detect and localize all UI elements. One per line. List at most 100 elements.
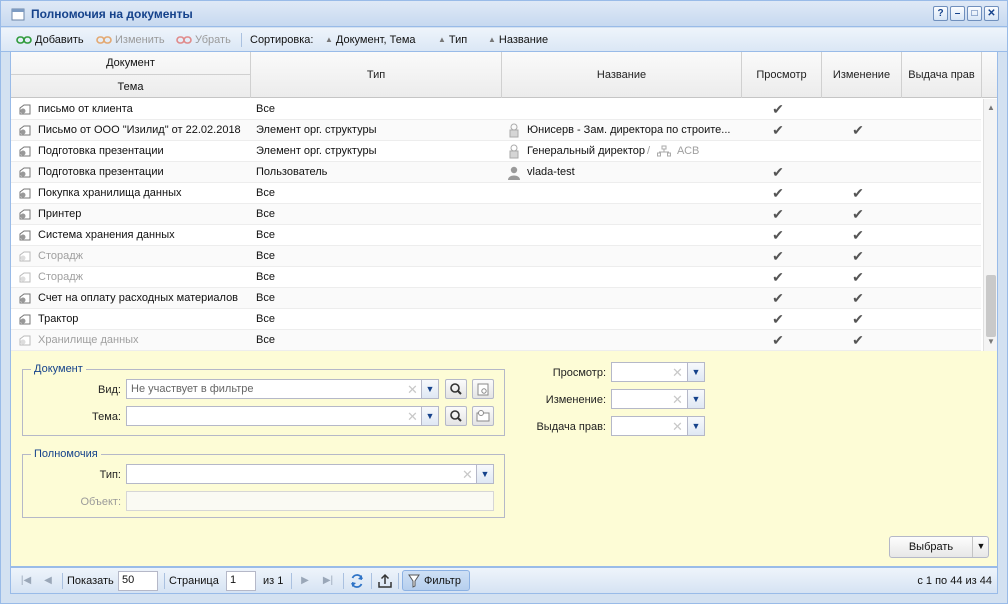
link-remove-icon [176, 36, 192, 44]
table-row[interactable]: Сторадж Все ✔ ✔ [11, 246, 981, 267]
view-check-icon: ✔ [772, 101, 784, 117]
object-label: Объект: [80, 496, 121, 508]
page-number-input[interactable]: 1 [226, 571, 256, 591]
close-button[interactable]: ✕ [984, 6, 999, 21]
table-row[interactable]: Система хранения данных Все ✔ ✔ [11, 225, 981, 246]
type-cell: Все [256, 313, 275, 325]
pager-separator [164, 573, 165, 589]
table-row[interactable]: Письмо от ООО "Изилид" от 22.02.2018 Элем… [11, 120, 981, 141]
edit-button[interactable]: Изменить [96, 33, 165, 47]
title-bar: Полномочия на документы ? – □ ✕ [1, 1, 1007, 27]
show-label: Показать [67, 575, 114, 587]
scrollbar-thumb[interactable] [986, 275, 996, 337]
edit-filter-combo[interactable]: ✕ ▼ [611, 389, 705, 409]
document-icon [19, 146, 31, 157]
sort-document-topic[interactable]: ▲ Документ, Тема [325, 33, 416, 47]
clear-icon[interactable]: ✕ [672, 365, 683, 381]
clear-icon[interactable]: ✕ [462, 467, 473, 483]
page-size-input[interactable]: 50 [118, 571, 158, 591]
clear-icon[interactable]: ✕ [407, 409, 418, 425]
table-row[interactable]: письмо от клиента Все ✔ [11, 99, 981, 120]
table-row[interactable]: Сторадж Все ✔ ✔ [11, 267, 981, 288]
table-row[interactable]: Трактор Все ✔ ✔ [11, 309, 981, 330]
kind-search-button[interactable] [445, 379, 467, 399]
edit-check-icon: ✔ [852, 269, 864, 285]
topic-open-button[interactable] [472, 406, 494, 426]
prev-page-icon[interactable]: ◀ [41, 574, 55, 588]
help-button[interactable]: ? [933, 6, 948, 21]
user-icon [508, 166, 520, 180]
topic-cell: Трактор [38, 313, 79, 325]
grant-filter-combo[interactable]: ✕ ▼ [611, 416, 705, 436]
export-icon[interactable] [377, 573, 393, 589]
remove-button[interactable]: Убрать [176, 33, 231, 47]
type-combo[interactable]: ✕ ▼ [126, 464, 494, 484]
clear-icon[interactable]: ✕ [672, 392, 683, 408]
chevron-down-icon[interactable]: ▼ [421, 380, 438, 398]
sort-name[interactable]: ▲ Название [488, 33, 548, 47]
kind-settings-button[interactable] [472, 379, 494, 399]
topic-label: Тема: [92, 411, 121, 423]
column-header-edit[interactable]: Изменение [822, 52, 902, 98]
document-icon [19, 209, 31, 220]
view-check-icon: ✔ [772, 269, 784, 285]
table-row[interactable]: Подготовка презентации Элемент орг. струк… [11, 141, 981, 162]
window: Полномочия на документы ? – □ ✕ Добавить… [0, 0, 1008, 604]
page-count-label: из 1 [263, 575, 284, 587]
column-header-view[interactable]: Просмотр [742, 52, 822, 98]
scroll-down-icon[interactable]: ▼ [986, 337, 996, 347]
grid-body: письмо от клиента Все ✔ Письмо от ООО "Изил… [11, 99, 981, 351]
column-header-document[interactable]: Документ [11, 52, 251, 75]
table-row[interactable]: Покупка хранилища данных Все ✔ ✔ [11, 183, 981, 204]
chevron-down-icon[interactable]: ▼ [974, 541, 988, 551]
type-cell: Все [256, 250, 275, 262]
chevron-down-icon[interactable]: ▼ [687, 417, 704, 435]
topic-cell: Счет на оплату расходных материалов [38, 292, 239, 304]
view-filter-combo[interactable]: ✕ ▼ [611, 362, 705, 382]
filter-toggle-button[interactable]: Фильтр [402, 570, 470, 591]
topic-combo[interactable]: ✕ ▼ [126, 406, 439, 426]
scroll-up-icon[interactable]: ▲ [986, 103, 996, 113]
kind-combo[interactable]: Не участвует в фильтре ✕ ▼ [126, 379, 439, 399]
topic-search-button[interactable] [445, 406, 467, 426]
link-edit-icon [96, 36, 112, 44]
next-page-icon[interactable]: ▶ [298, 574, 312, 588]
chevron-down-icon[interactable]: ▼ [687, 363, 704, 381]
view-check-icon: ✔ [772, 248, 784, 264]
table-row[interactable]: Подготовка презентации Пользователь vlada-… [11, 162, 981, 183]
first-page-icon[interactable]: |◀ [19, 574, 33, 588]
topic-cell: письмо от клиента [38, 103, 133, 115]
maximize-button[interactable]: □ [967, 6, 982, 21]
table-row[interactable]: Хранилище данных Все ✔ ✔ [11, 330, 981, 351]
column-header-name[interactable]: Название [502, 52, 742, 98]
chevron-down-icon[interactable]: ▼ [421, 407, 438, 425]
clear-icon[interactable]: ✕ [672, 419, 683, 435]
name-cell: vlada-test [527, 166, 575, 178]
refresh-icon[interactable] [349, 573, 365, 589]
view-check-icon: ✔ [772, 164, 784, 180]
chevron-down-icon[interactable]: ▼ [687, 390, 704, 408]
object-field[interactable] [126, 491, 494, 511]
pager-separator [62, 573, 63, 589]
column-header-topic[interactable]: Тема [11, 75, 251, 98]
table-row[interactable]: Счет на оплату расходных материалов Все ✔ ✔ [11, 288, 981, 309]
type-cell: Все [256, 334, 275, 346]
chevron-down-icon[interactable]: ▼ [476, 465, 493, 483]
last-page-icon[interactable]: ▶| [321, 574, 335, 588]
minimize-button[interactable]: – [950, 6, 965, 21]
column-header-grant[interactable]: Выдача прав [902, 52, 982, 98]
funnel-icon [408, 574, 420, 588]
column-header-type[interactable]: Тип [251, 52, 502, 98]
sort-type-label: Тип [448, 34, 468, 46]
clear-icon[interactable]: ✕ [407, 382, 418, 398]
sort-label: Сортировка: [250, 34, 314, 46]
table-row[interactable]: Принтер Все ✔ ✔ [11, 204, 981, 225]
person-badge-icon [509, 123, 519, 138]
document-icon [19, 272, 31, 283]
vertical-scrollbar[interactable]: ▲ ▼ [983, 99, 997, 351]
kind-label: Вид: [98, 384, 121, 396]
edit-check-icon: ✔ [852, 332, 864, 348]
sort-type[interactable]: ▲ Тип [438, 33, 467, 47]
select-button[interactable]: Выбрать ▼ [889, 536, 989, 558]
add-button[interactable]: Добавить [16, 33, 84, 47]
